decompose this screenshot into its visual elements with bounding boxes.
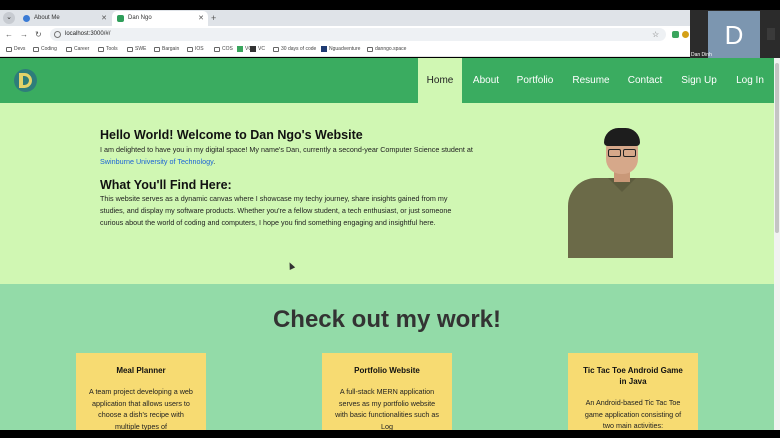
tab-about-me[interactable]: About Me ✕	[18, 11, 111, 26]
close-icon[interactable]: ✕	[101, 11, 107, 26]
site-info-icon[interactable]	[54, 31, 61, 38]
bookmark-star-icon[interactable]: ☆	[652, 28, 659, 41]
avatar: D	[708, 11, 760, 59]
bookmark-folder[interactable]: Career	[66, 43, 89, 56]
mouse-cursor-icon	[286, 261, 296, 270]
bookmark-folder[interactable]: IOS	[187, 43, 204, 56]
university-link[interactable]: Swinburne University of Technology	[100, 157, 213, 166]
bookmark-folder[interactable]: Tools	[98, 43, 118, 56]
scrollbar-thumb[interactable]	[775, 63, 779, 233]
nav-log-in[interactable]: Log In	[730, 58, 770, 103]
profile-photo	[568, 124, 673, 258]
card-desc: A team project developing a web applicat…	[89, 387, 193, 430]
nguadventure-icon	[321, 46, 327, 52]
folder-icon	[6, 47, 12, 52]
back-icon[interactable]: ←	[5, 28, 13, 41]
bookmark-folder[interactable]: Devs	[6, 43, 25, 56]
bookmark-item[interactable]: Nguadventure	[321, 43, 360, 56]
tab-title: About Me	[34, 15, 60, 21]
nav-sign-up[interactable]: Sign Up	[676, 58, 722, 103]
participant-tile-edge	[767, 28, 775, 40]
folder-icon	[127, 47, 133, 52]
folder-icon	[98, 47, 104, 52]
bookmark-folder[interactable]: Coding	[33, 43, 57, 56]
card-title: Meal Planner	[116, 366, 166, 375]
find-title: What You'll Find Here:	[100, 178, 232, 192]
vg-icon	[237, 46, 243, 52]
bookmark-item[interactable]: 30 days of code	[273, 43, 316, 56]
site-favicon-icon	[117, 15, 124, 22]
bookmark-folder[interactable]: COS	[214, 43, 233, 56]
screen-top-bar	[0, 0, 780, 10]
folder-icon	[66, 47, 72, 52]
web-page: Home About Portfolio Resume Contact Sign…	[0, 58, 774, 430]
reload-icon[interactable]: ↻	[35, 28, 42, 41]
card-desc: An Android-based Tic Tac Toe game applic…	[584, 398, 682, 430]
extension-icon[interactable]	[672, 31, 679, 38]
nav-contact[interactable]: Contact	[622, 58, 668, 103]
card-desc: A full-stack MERN application serves as …	[335, 387, 439, 430]
card-title: Portfolio Website	[354, 366, 420, 375]
hero-title: Hello World! Welcome to Dan Ngo's Websit…	[100, 128, 363, 142]
folder-icon	[273, 47, 279, 52]
project-card-meal-planner[interactable]: Meal Planner A team project developing a…	[76, 353, 206, 430]
bookmark-item[interactable]: VC	[250, 43, 265, 56]
folder-icon	[367, 47, 373, 52]
globe-icon	[23, 15, 30, 22]
tab-title: Dan Ngo	[128, 15, 152, 21]
bookmark-folder[interactable]: SWE	[127, 43, 146, 56]
nav-resume[interactable]: Resume	[566, 58, 616, 103]
project-card-portfolio-website[interactable]: Portfolio Website A full-stack MERN appl…	[322, 353, 452, 430]
vc-icon	[250, 46, 256, 52]
folder-icon	[214, 47, 220, 52]
url-field[interactable]: localhost:3000/#/	[50, 28, 666, 41]
bookmarks-bar: Devs Coding Career Tools SWE Bargain IOS…	[0, 43, 690, 57]
project-card-tic-tac-toe[interactable]: Tic Tac Toe Android Game in Java An Andr…	[568, 353, 698, 430]
tab-search-icon[interactable]: ⌄	[3, 12, 15, 24]
hero-intro: I am delighted to have you in my digital…	[100, 145, 473, 166]
find-body: This website serves as a dynamic canvas …	[100, 194, 452, 227]
profile-icon[interactable]	[682, 31, 689, 38]
screen-bottom-bar	[0, 430, 780, 438]
bookmark-item[interactable]: danngo.space	[367, 43, 406, 56]
tab-strip: ⌄ About Me ✕ Dan Ngo ✕ +	[0, 10, 690, 26]
work-title: Check out my work!	[272, 306, 502, 333]
folder-icon	[154, 47, 160, 52]
nav-home[interactable]: Home	[418, 58, 462, 103]
url-text: localhost:3000/#/	[65, 31, 111, 37]
nav-portfolio[interactable]: Portfolio	[512, 58, 558, 103]
address-bar-row: ← → ↻ localhost:3000/#/ ☆	[0, 26, 690, 43]
close-icon[interactable]: ✕	[198, 11, 204, 26]
folder-icon	[187, 47, 193, 52]
site-navbar: Home About Portfolio Resume Contact Sign…	[0, 58, 774, 103]
forward-icon[interactable]: →	[20, 28, 28, 41]
site-logo-icon[interactable]	[14, 69, 37, 92]
card-title: Tic Tac Toe Android Game in Java	[583, 366, 683, 386]
work-section: Check out my work! Meal Planner A team p…	[0, 284, 774, 430]
folder-icon	[33, 47, 39, 52]
nav-about[interactable]: About	[466, 58, 506, 103]
bookmark-folder[interactable]: Bargain	[154, 43, 179, 56]
new-tab-button[interactable]: +	[211, 11, 216, 26]
page-scrollbar[interactable]	[774, 58, 780, 430]
tab-dan-ngo[interactable]: Dan Ngo ✕	[112, 11, 208, 26]
